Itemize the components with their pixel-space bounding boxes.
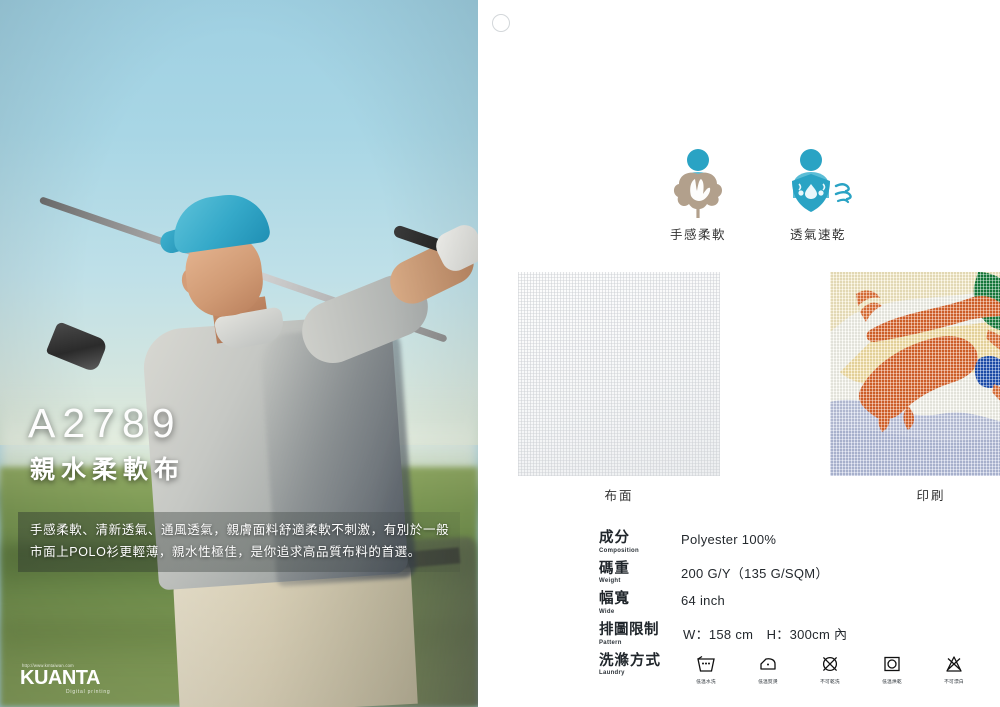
spec-label-en: Wide — [599, 609, 615, 616]
swatch-fabric-surface: 布面 — [518, 272, 720, 504]
spec-panel: 手感柔軟 透氣速乾 布面 印刷 成分 Composition Polyester… — [478, 0, 1000, 707]
spec-label: 排圖限制 Pattern — [599, 622, 681, 646]
spec-row-laundry: 洗滌方式 Laundry 低溫水洗 低溫熨燙 不可乾洗 低溫烘乾 不可漂白 — [599, 653, 999, 685]
swatch-printed: 印刷 — [830, 272, 1000, 504]
hero-photo: A2789 親水柔軟布 手感柔軟、清新透氣、通風透氣，親膚面料舒適柔軟不刺激，有… — [0, 0, 478, 707]
product-code: A2789 — [28, 400, 182, 446]
spec-label-en: Composition — [599, 547, 639, 554]
spec-row-weight: 碼重 Weight 200 G/Y（135 G/SQM） — [599, 561, 999, 585]
spec-label-cn: 碼重 — [599, 560, 630, 577]
printed-fabric-swatch — [830, 272, 1000, 476]
spec-row-width: 幅寬 Wide 64 inch — [599, 591, 999, 615]
laundry-item-no-dry-clean: 不可乾洗 — [809, 653, 851, 685]
laundry-icon-row: 低溫水洗 低溫熨燙 不可乾洗 低溫烘乾 不可漂白 — [681, 653, 975, 685]
fabric-surface-swatch — [518, 272, 720, 476]
swatch-caption: 布面 — [604, 489, 634, 503]
spec-label-cn: 洗滌方式 — [599, 652, 661, 669]
spec-label: 洗滌方式 Laundry — [599, 653, 681, 677]
laundry-item-iron: 低溫熨燙 — [747, 653, 789, 685]
feature-soft-hand: 手感柔軟 — [658, 148, 738, 243]
spec-label-cn: 成分 — [599, 530, 630, 546]
soft-hand-cotton-icon — [658, 148, 738, 218]
spec-label: 碼重 Weight — [599, 561, 681, 585]
spec-value: W：158 cm H：300cm 內 — [683, 627, 848, 643]
spec-row-composition: 成分 Composition Polyester 100% — [599, 530, 999, 554]
laundry-label: 不可漂白 — [944, 678, 964, 685]
product-spec-sheet: A2789 親水柔軟布 手感柔軟、清新透氣、通風透氣，親膚面料舒適柔軟不刺激，有… — [0, 0, 1000, 707]
logo-wordmark: KUANTA — [20, 668, 110, 688]
spec-label-cn: 排圖限制 — [599, 622, 659, 639]
product-name: 親水柔軟布 — [30, 456, 186, 484]
laundry-item-tumble-dry: 低溫烘乾 — [871, 653, 913, 685]
tumble-dry-icon — [871, 653, 913, 675]
logo-ta: TA — [75, 667, 101, 689]
binding-hole-marker — [492, 14, 510, 32]
laundry-label: 低溫水洗 — [696, 678, 716, 685]
spec-row-pattern: 排圖限制 Pattern W：158 cm H：300cm 內 — [599, 622, 999, 646]
no-dry-clean-icon — [809, 653, 851, 675]
company-logo: http://www.kmtaiwan.com KUANTA Digital p… — [20, 663, 110, 695]
spec-value: Polyester 100% — [681, 532, 777, 547]
spec-value: 200 G/Y（135 G/SQM） — [681, 565, 829, 581]
product-description: 手感柔軟、清新透氣、通風透氣，親膚面料舒適柔軟不刺激，有別於一般市面上POLO衫… — [30, 523, 450, 559]
spec-label: 幅寬 Wide — [599, 591, 681, 615]
spec-label-en: Pattern — [599, 639, 622, 646]
breathable-quick-dry-shield-icon — [778, 148, 858, 218]
feature-breathable-quick-dry: 透氣速乾 — [778, 148, 858, 243]
iron-icon — [747, 653, 789, 675]
laundry-label: 低溫烘乾 — [882, 678, 902, 685]
photo-vignette — [0, 0, 478, 707]
fabric-swatch-row: 布面 印刷 — [518, 272, 1000, 504]
spec-label-cn: 幅寬 — [599, 591, 630, 608]
swatch-caption: 印刷 — [916, 489, 946, 503]
spec-value: 64 inch — [681, 593, 726, 609]
feature-label: 透氣速乾 — [789, 228, 846, 242]
laundry-label: 低溫熨燙 — [758, 678, 778, 685]
wash-tub-icon — [685, 653, 727, 675]
product-description-box: 手感柔軟、清新透氣、通風透氣，親膚面料舒適柔軟不刺激，有別於一般市面上POLO衫… — [18, 512, 460, 572]
spec-label: 成分 Composition — [599, 530, 681, 554]
logo-kuan: KUAN — [20, 667, 76, 689]
no-bleach-icon — [933, 653, 975, 675]
laundry-item-no-bleach: 不可漂白 — [933, 653, 975, 685]
spec-label-en: Weight — [599, 578, 621, 585]
spec-label-en: Laundry — [599, 670, 625, 677]
laundry-item-wash: 低溫水洗 — [685, 653, 727, 685]
feature-icon-row: 手感柔軟 透氣速乾 — [658, 148, 858, 243]
specification-table: 成分 Composition Polyester 100% 碼重 Weight … — [599, 530, 999, 692]
logo-tagline: Digital printing — [66, 689, 111, 695]
feature-label: 手感柔軟 — [669, 228, 726, 242]
laundry-label: 不可乾洗 — [820, 678, 840, 685]
